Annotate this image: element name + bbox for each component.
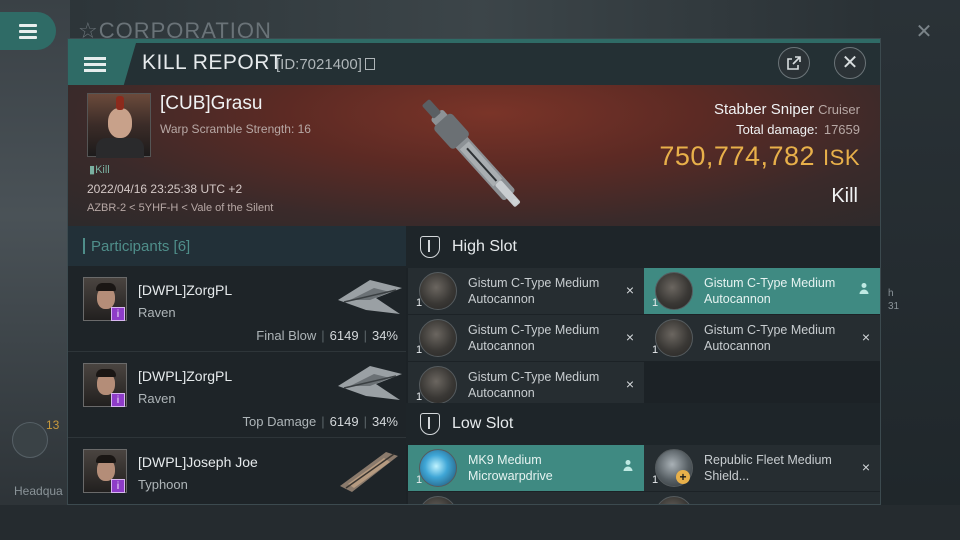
share-button[interactable]: [778, 47, 810, 79]
participant-name: [DWPL]ZorgPL: [138, 368, 233, 384]
hamburger-icon: [19, 21, 37, 42]
slot-item[interactable]: 1 Gistum C-Type Medium Autocannon: [644, 268, 880, 314]
low-slot-icon: [420, 413, 440, 435]
alliance-badge-icon: i: [111, 479, 125, 493]
slot-item[interactable]: 1 Gistum C-Type Medium Autocannon ×: [644, 315, 880, 361]
slot-item[interactable]: 1 Gistum C-Type Medium Autocannon ×: [408, 315, 644, 361]
participants-list: Participants [6] i [DWPL]ZorgPL Raven Fi…: [68, 226, 406, 504]
kill-tag: ▮Kill: [89, 164, 110, 176]
background-right: [880, 0, 960, 540]
destroyed-icon: ×: [625, 376, 634, 392]
participant-row[interactable]: i [DWPL]ZorgPL Raven Final Blow | 6149 | 34%: [68, 266, 406, 352]
item-name: Gistum C-Type Medium Autocannon: [704, 323, 836, 353]
slot-item[interactable]: 1 Gistum C-Type Medium Autocannon ×: [408, 268, 644, 314]
victim-ship-name[interactable]: Stabber Sniper Cruiser: [714, 101, 860, 118]
background-close-icon[interactable]: ✕: [912, 20, 936, 44]
slot-item[interactable]: [408, 492, 644, 504]
kill-report-panel: KILL REPORT [ID:7021400] ✕ [CUB]Grasu Wa…: [67, 38, 881, 505]
share-icon: [787, 56, 801, 70]
kill-id-text: [ID:7021400]: [276, 56, 362, 73]
microwarpdrive-icon: [419, 449, 457, 487]
slot-item[interactable]: + 1 Republic Fleet Medium Shield... ×: [644, 445, 880, 491]
alliance-badge-icon: i: [111, 307, 125, 321]
ship-image: [338, 280, 402, 314]
background-left: [0, 0, 70, 540]
dropped-person-icon: [858, 282, 870, 297]
destroyed-icon: ×: [625, 329, 634, 345]
item-name: Gistum C-Type Medium Autocannon: [468, 323, 600, 353]
autocannon-icon: [655, 272, 693, 310]
victim-avatar[interactable]: [87, 93, 151, 158]
participant-name: [DWPL]ZorgPL: [138, 282, 233, 298]
high-slot-header: High Slot: [406, 226, 880, 268]
autocannon-icon: [419, 496, 457, 504]
headquarters-label: Headqua: [14, 484, 63, 498]
item-name: Gistum C-Type Medium Autocannon: [468, 276, 600, 306]
low-slot-header: Low Slot: [406, 403, 880, 445]
victim-banner: [CUB]Grasu Warp Scramble Strength: 16 ▮K…: [68, 85, 880, 226]
total-damage: Total damage: 17659: [736, 122, 860, 137]
autocannon-icon: [655, 319, 693, 357]
page-title: KILL REPORT: [142, 51, 283, 74]
background-side-text: 31: [888, 301, 900, 312]
slot-item[interactable]: 1 MK9 Medium Microwarpdrive: [408, 445, 644, 491]
kill-location[interactable]: AZBR-2 < 5YHF-H < Vale of the Silent: [87, 202, 273, 214]
alliance-badge-icon: i: [111, 393, 125, 407]
dropped-person-icon: [622, 459, 634, 474]
panel-menu-button[interactable]: [68, 43, 136, 85]
background-side-text: h: [888, 288, 894, 299]
result-label: Kill: [831, 185, 858, 207]
participant-row[interactable]: i [DWPL]Joseph Joe Typhoon: [68, 438, 406, 504]
plus-icon: +: [676, 470, 690, 484]
main-menu-button[interactable]: [0, 12, 56, 50]
victim-subtitle: Warp Scramble Strength: 16: [160, 122, 311, 136]
high-slot-icon: [420, 236, 440, 258]
victim-ship-image[interactable]: [398, 85, 548, 225]
panel-header: KILL REPORT [ID:7021400] ✕: [68, 43, 880, 85]
background-counter: 13: [46, 418, 60, 432]
item-name: Republic Fleet Medium Shield...: [704, 453, 832, 483]
autocannon-icon: [419, 366, 457, 404]
participant-ship: Raven: [138, 305, 176, 320]
module-icon: [655, 496, 693, 504]
participant-row[interactable]: i [DWPL]ZorgPL Raven Top Damage | 6149 | 34%: [68, 352, 406, 438]
close-button[interactable]: ✕: [834, 47, 866, 79]
copy-icon[interactable]: [364, 58, 375, 70]
slot-item[interactable]: [644, 492, 880, 504]
background-bottom: [0, 505, 960, 540]
item-name: Gistum C-Type Medium Autocannon: [468, 370, 600, 400]
destroyed-icon: ×: [861, 329, 870, 345]
victim-name[interactable]: [CUB]Grasu: [160, 93, 262, 115]
participant-ship: Typhoon: [138, 477, 188, 492]
kill-date: 2022/04/16 23:25:38 UTC +2: [87, 182, 243, 196]
autocannon-icon: [419, 272, 457, 310]
fitting-slots: High Slot 1 Gistum C-Type Medium Autocan…: [406, 226, 880, 504]
slot-item[interactable]: 1 Gistum C-Type Medium Autocannon ×: [408, 362, 644, 408]
background-menu-round-button[interactable]: [12, 422, 48, 458]
isk-value: 750,774,782 ISK: [659, 141, 860, 171]
close-icon: ✕: [841, 52, 859, 74]
ship-image: [340, 452, 398, 492]
ship-image: [338, 366, 402, 400]
autocannon-icon: [419, 319, 457, 357]
participant-stats: Final Blow | 6149 | 34%: [256, 328, 398, 343]
participants-header[interactable]: Participants [6]: [68, 226, 406, 266]
item-name: MK9 Medium Microwarpdrive: [468, 453, 553, 483]
participant-name: [DWPL]Joseph Joe: [138, 454, 258, 470]
destroyed-icon: ×: [625, 282, 634, 298]
destroyed-icon: ×: [861, 459, 870, 475]
kill-id[interactable]: [ID:7021400]: [276, 56, 375, 73]
participant-ship: Raven: [138, 391, 176, 406]
hamburger-icon: [84, 54, 106, 75]
shield-extender-icon: +: [655, 449, 693, 487]
participant-stats: Top Damage | 6149 | 34%: [242, 414, 398, 429]
item-name: Gistum C-Type Medium Autocannon: [704, 276, 836, 306]
